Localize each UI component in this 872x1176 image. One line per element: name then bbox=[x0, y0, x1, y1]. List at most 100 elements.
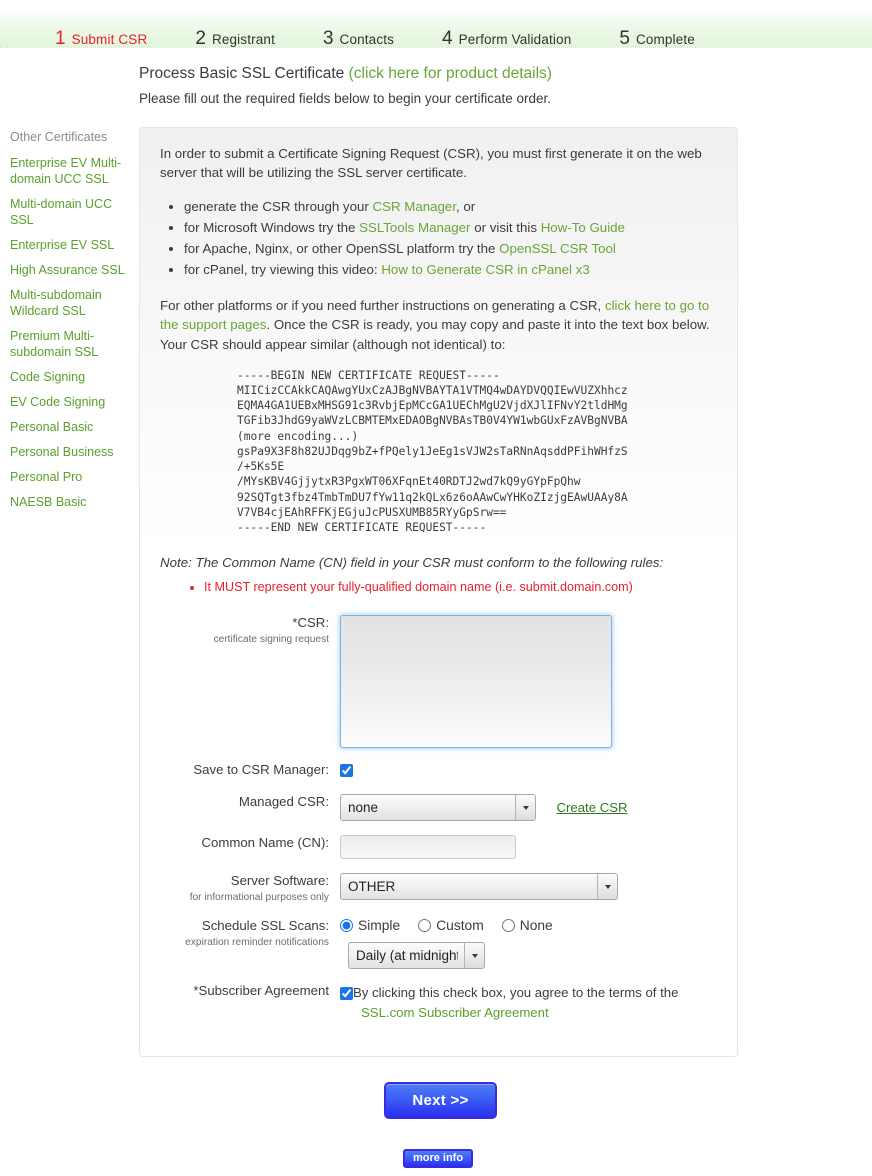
schedule-scans-label-text: Schedule SSL Scans: bbox=[201, 918, 329, 934]
bullet-text-pre: generate the CSR through your bbox=[184, 199, 373, 215]
step-label: Perform Validation bbox=[458, 32, 572, 47]
sidebar-item-enterprise-ev-ssl[interactable]: Enterprise EV SSL bbox=[10, 237, 130, 253]
step-label: Contacts bbox=[339, 32, 395, 47]
sidebar-item-personal-basic[interactable]: Personal Basic bbox=[10, 419, 130, 435]
subscriber-agreement-control: By clicking this check box, you agree to… bbox=[340, 983, 717, 1021]
subscriber-agreement-text: By clicking this check box, you agree to… bbox=[353, 985, 679, 1001]
form-row-schedule-ssl-scans: Schedule SSL Scans: expiration reminder … bbox=[160, 918, 717, 970]
sidebar-item-enterprise-ev-multi-domain-ucc-ssl[interactable]: Enterprise EV Multi-domain UCC SSL bbox=[10, 155, 130, 187]
certificate-order-form: *CSR: certificate signing request Save t… bbox=[160, 615, 717, 1022]
subscriber-agreement-checkbox[interactable] bbox=[340, 987, 353, 1001]
form-row-managed-csr: Managed CSR: none Create CSR bbox=[160, 794, 717, 822]
sidebar-item-personal-business[interactable]: Personal Business bbox=[10, 444, 130, 460]
managed-csr-control: none Create CSR bbox=[340, 794, 717, 822]
form-row-csr: *CSR: certificate signing request bbox=[160, 615, 717, 749]
sidebar-title: Other Certificates bbox=[10, 130, 108, 144]
csr-manager-link[interactable]: CSR Manager bbox=[373, 199, 457, 214]
list-item: for Microsoft Windows try the SSLTools M… bbox=[184, 217, 717, 238]
csr-label-text: *CSR: bbox=[292, 615, 329, 631]
csr-form-panel: In order to submit a Certificate Signing… bbox=[139, 127, 738, 1057]
csr-field-control bbox=[340, 615, 717, 749]
radio-label-none: None bbox=[519, 918, 553, 934]
sidebar-item-multi-subdomain-wildcard-ssl[interactable]: Multi-subdomain Wildcard SSL bbox=[10, 287, 130, 319]
radio-option-simple[interactable]: Simple bbox=[340, 918, 400, 933]
form-row-common-name: Common Name (CN): bbox=[160, 835, 717, 860]
list-item: It MUST represent your fully-qualified d… bbox=[204, 578, 717, 597]
sidebar-item-multi-domain-ucc-ssl[interactable]: Multi-domain UCC SSL bbox=[10, 196, 130, 228]
schedule-scans-sublabel: expiration reminder notifications bbox=[185, 936, 329, 948]
common-name-note: Note: The Common Name (CN) field in your… bbox=[160, 555, 664, 571]
form-row-subscriber-agreement: *Subscriber Agreement By clicking this c… bbox=[160, 983, 717, 1021]
openssl-csr-tool-link[interactable]: OpenSSL CSR Tool bbox=[499, 241, 616, 256]
step-list: 1 Submit CSR 2 Registrant 3 Contacts 4 P… bbox=[0, 8, 872, 50]
save-csr-manager-control bbox=[340, 762, 717, 780]
more-info-button[interactable]: more info bbox=[403, 1149, 473, 1168]
list-item: for cPanel, try viewing this video: How … bbox=[184, 259, 717, 280]
para2-text-a: For other platforms or if you need furth… bbox=[160, 298, 605, 314]
list-item: for Apache, Nginx, or other OpenSSL plat… bbox=[184, 238, 717, 259]
bullet-text-pre: for Apache, Nginx, or other OpenSSL plat… bbox=[184, 241, 500, 257]
server-software-control: OTHER bbox=[340, 873, 717, 901]
page-title: Process Basic SSL Certificate (click her… bbox=[139, 65, 759, 83]
subscriber-agreement-link[interactable]: SSL.com Subscriber Agreement bbox=[361, 1003, 549, 1022]
csr-input[interactable] bbox=[340, 615, 612, 749]
page-title-text: Process Basic SSL Certificate bbox=[139, 65, 345, 82]
next-button[interactable]: Next >> bbox=[384, 1082, 497, 1119]
radio-label-custom: Custom bbox=[436, 918, 484, 934]
step-item-submit-csr[interactable]: 1 Submit CSR bbox=[55, 8, 147, 50]
bullet-text-pre: for cPanel, try viewing this video: bbox=[184, 262, 382, 278]
product-details-link[interactable]: (click here for product details) bbox=[349, 65, 552, 82]
form-row-save-to-csr-manager: Save to CSR Manager: bbox=[160, 762, 717, 780]
scan-frequency-row: Daily (at midnight) bbox=[348, 942, 717, 970]
sidebar-item-ev-code-signing[interactable]: EV Code Signing bbox=[10, 394, 130, 410]
create-csr-link[interactable]: Create CSR bbox=[556, 800, 627, 815]
server-software-select[interactable]: OTHER bbox=[340, 873, 618, 901]
step-number: 5 bbox=[619, 28, 630, 49]
schedule-scans-radio-group: Simple Custom None bbox=[340, 918, 717, 933]
step-number: 4 bbox=[442, 28, 453, 49]
radio-option-none[interactable]: None bbox=[501, 918, 553, 934]
managed-csr-label: Managed CSR: bbox=[238, 794, 329, 810]
list-item: generate the CSR through your CSR Manage… bbox=[184, 196, 717, 217]
schedule-scans-radio-simple[interactable] bbox=[340, 919, 353, 933]
save-csr-manager-checkbox[interactable] bbox=[340, 764, 353, 778]
page-heading: Process Basic SSL Certificate (click her… bbox=[139, 65, 759, 106]
form-row-server-software: Server Software: for informational purpo… bbox=[160, 873, 717, 904]
sidebar-item-premium-multi-subdomain-ssl[interactable]: Premium Multi-subdomain SSL bbox=[10, 328, 130, 360]
schedule-scans-radio-custom[interactable] bbox=[418, 919, 432, 933]
step-number: 2 bbox=[195, 28, 206, 49]
save-csr-manager-label: Save to CSR Manager: bbox=[193, 762, 329, 778]
sidebar-item-high-assurance-ssl[interactable]: High Assurance SSL bbox=[10, 262, 130, 278]
step-number: 1 bbox=[55, 28, 66, 49]
common-name-input[interactable] bbox=[340, 835, 516, 860]
managed-csr-select[interactable]: none bbox=[340, 794, 536, 822]
scan-frequency-select-wrapper: Daily (at midnight) bbox=[348, 942, 485, 970]
csr-label-sublabel: certificate signing request bbox=[213, 633, 329, 645]
scan-frequency-select[interactable]: Daily (at midnight) bbox=[348, 942, 485, 970]
sidebar-item-personal-pro[interactable]: Personal Pro bbox=[10, 469, 130, 485]
common-name-label: Common Name (CN): bbox=[201, 835, 330, 851]
csr-sample-block: -----BEGIN NEW CERTIFICATE REQUEST----- … bbox=[237, 368, 628, 535]
page-subtitle: Please fill out the required fields belo… bbox=[139, 91, 551, 106]
cpanel-video-link[interactable]: How to Generate CSR in cPanel x3 bbox=[381, 262, 589, 277]
how-to-guide-link[interactable]: How-To Guide bbox=[541, 220, 625, 235]
step-item-registrant[interactable]: 2 Registrant bbox=[195, 8, 275, 50]
sidebar-item-naesb-basic[interactable]: NAESB Basic bbox=[10, 494, 130, 510]
csr-generation-options-list: generate the CSR through your CSR Manage… bbox=[160, 196, 717, 280]
step-item-perform-validation[interactable]: 4 Perform Validation bbox=[442, 8, 571, 50]
common-name-control bbox=[340, 835, 717, 860]
step-item-contacts[interactable]: 3 Contacts bbox=[323, 8, 394, 50]
bullet-text-mid: or visit this bbox=[470, 220, 541, 236]
bullet-text-mid: , or bbox=[456, 199, 476, 215]
managed-csr-select-wrapper: none bbox=[340, 794, 536, 822]
step-label: Complete bbox=[635, 32, 695, 47]
radio-option-custom[interactable]: Custom bbox=[418, 918, 484, 933]
bullet-text-pre: for Microsoft Windows try the bbox=[184, 220, 360, 236]
step-item-complete[interactable]: 5 Complete bbox=[619, 8, 695, 50]
ssltools-manager-link[interactable]: SSLTools Manager bbox=[359, 220, 470, 235]
schedule-scans-radio-none[interactable] bbox=[501, 919, 515, 933]
sidebar-item-code-signing[interactable]: Code Signing bbox=[10, 369, 130, 385]
server-software-select-wrapper: OTHER bbox=[340, 873, 618, 901]
sidebar: Other Certificates Enterprise EV Multi-d… bbox=[10, 130, 130, 519]
radio-label-simple: Simple bbox=[358, 918, 401, 934]
